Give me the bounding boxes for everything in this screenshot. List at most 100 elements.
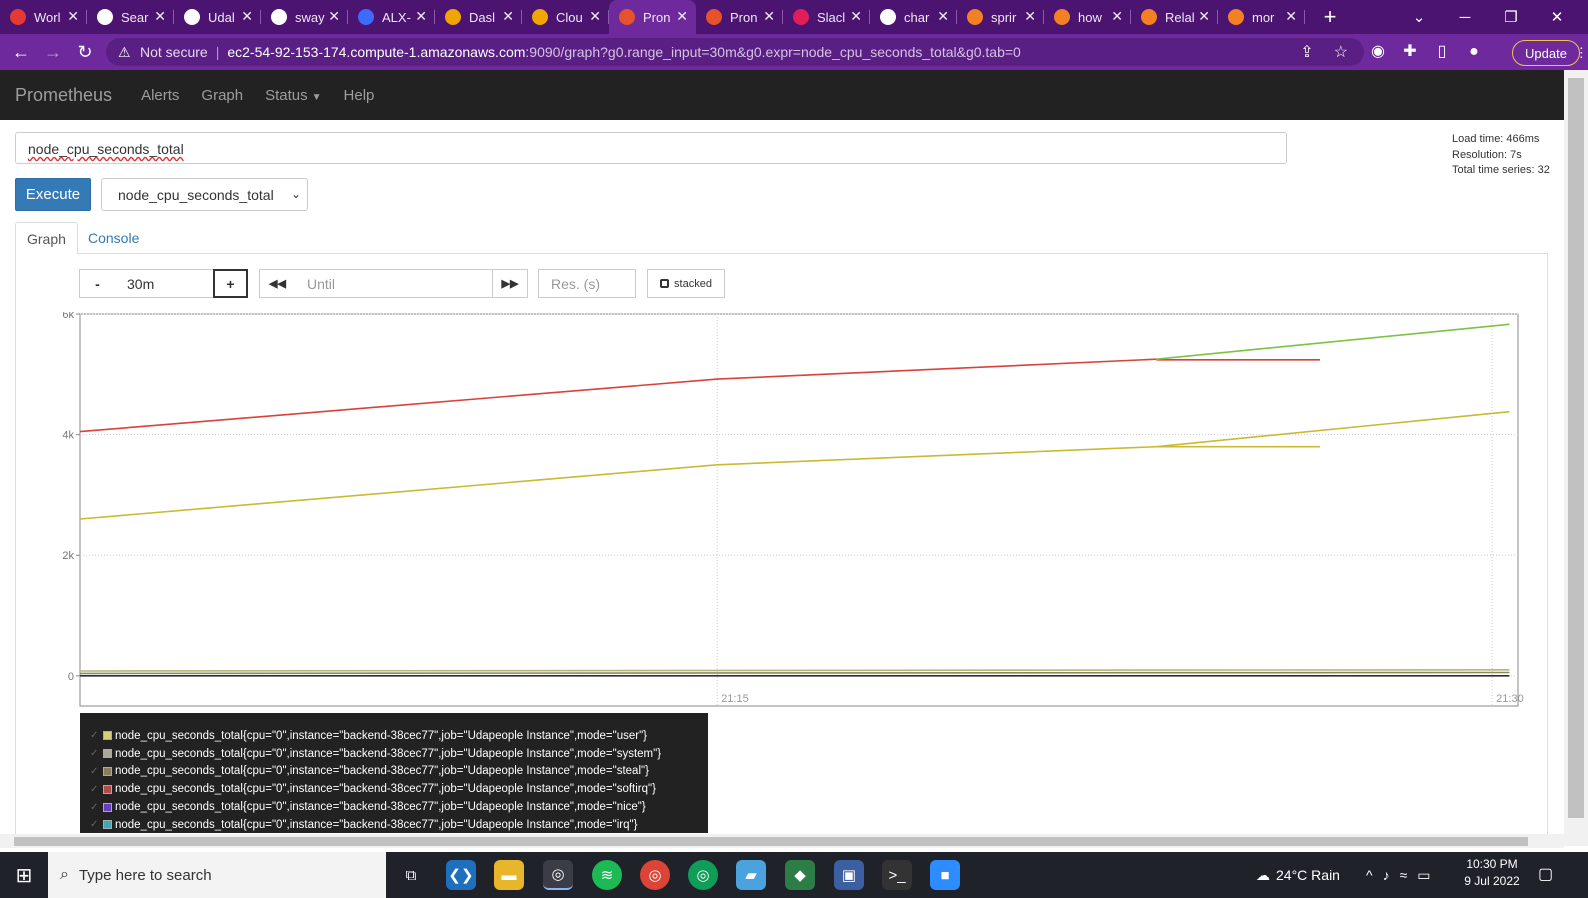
weather-widget[interactable]: ☁ 24°C Rain [1256,852,1340,898]
browser-tab[interactable]: Clou ✕ [522,0,609,34]
chrome-icon[interactable]: ◎ [640,860,670,890]
legend-item[interactable]: ✓ node_cpu_seconds_total{cpu="0",instance… [80,780,708,798]
expression-input[interactable]: node_cpu_seconds_total [15,132,1287,164]
remote-desktop-icon[interactable]: ▣ [834,860,864,890]
tab-graph[interactable]: Graph [15,222,78,255]
tab-close-icon[interactable]: ✕ [502,8,514,25]
resolution-input[interactable]: Res. (s) [538,269,636,298]
vertical-scrollbar[interactable] [1564,70,1588,846]
notification-icon[interactable]: ▢ [1538,864,1553,884]
horizontal-scrollbar[interactable] [0,834,1564,848]
brand-link[interactable]: Prometheus [15,85,112,106]
tab-close-icon[interactable]: ✕ [154,8,166,25]
execute-button[interactable]: Execute [15,178,91,211]
update-button[interactable]: Update ⋮ [1512,40,1588,66]
windows-start-icon[interactable]: ⊞ [0,852,48,898]
browser-tab[interactable]: sprir ✕ [957,0,1044,34]
spotify-icon[interactable]: ≋ [592,860,622,890]
tab-close-icon[interactable]: ✕ [589,8,601,25]
chrome-active-icon[interactable]: ◎ [543,860,573,890]
fast-forward-icon[interactable]: ▶▶ [492,269,528,298]
tab-close-icon[interactable]: ✕ [937,8,949,25]
tab-close-icon[interactable]: ✕ [67,8,79,25]
puzzle-icon[interactable]: ✚ [1398,40,1422,64]
browser-tab[interactable]: mor ✕ [1218,0,1305,34]
bookmark-star-icon[interactable]: ☆ [1334,42,1348,62]
tab-close-icon[interactable]: ✕ [850,8,862,25]
volume-icon[interactable]: ♪ [1383,867,1390,883]
vscode-icon[interactable]: ❮❯ [446,860,476,890]
tab-close-icon[interactable]: ✕ [415,8,427,25]
range-decrease-button[interactable]: - [79,269,116,298]
tab-close-icon[interactable]: ✕ [328,8,340,25]
tab-favicon-icon [1228,9,1244,25]
tab-close-icon[interactable]: ✕ [1111,8,1123,25]
nav-alerts[interactable]: Alerts [141,87,179,104]
taskbar-search[interactable]: ⌕ Type here to search [48,852,386,898]
share-icon[interactable]: ⇪ [1300,42,1313,62]
close-window-icon[interactable]: ✕ [1534,0,1580,34]
until-input[interactable]: Until [295,269,493,298]
notes-app-icon[interactable]: ▰ [736,860,766,890]
range-input[interactable]: 30m [115,269,214,298]
clock[interactable]: 10:30 PM 9 Jul 2022 [1460,856,1524,890]
browser-tab[interactable]: ALX- ✕ [348,0,435,34]
sidepanel-icon[interactable]: ▯ [1430,40,1454,64]
browser-tab[interactable]: Udal ✕ [174,0,261,34]
minimize-icon[interactable]: ─ [1442,0,1488,34]
tray-chevron-icon[interactable]: ^ [1366,867,1373,883]
tab-close-icon[interactable]: ✕ [676,8,688,25]
browser-tab[interactable]: Pron ✕ [609,0,696,34]
tab-title: Sear [121,9,149,25]
browser-tab[interactable]: Dasl ✕ [435,0,522,34]
tab-close-icon[interactable]: ✕ [1024,8,1036,25]
browser-tab[interactable]: Relal ✕ [1131,0,1218,34]
new-tab-button[interactable]: + [1315,4,1345,30]
legend-item[interactable]: ✓ node_cpu_seconds_total{cpu="0",instance… [80,745,708,763]
nav-graph[interactable]: Graph [201,87,243,104]
maximize-icon[interactable]: ❐ [1488,0,1534,34]
legend-label: node_cpu_seconds_total{cpu="0",instance=… [115,729,648,742]
git-app-icon[interactable]: ◆ [785,860,815,890]
tab-close-icon[interactable]: ✕ [1198,8,1210,25]
rewind-icon[interactable]: ◀◀ [259,269,296,298]
nav-help[interactable]: Help [344,87,375,104]
range-increase-button[interactable]: + [213,269,248,298]
tab-close-icon[interactable]: ✕ [241,8,253,25]
browser-tab[interactable]: Slacl ✕ [783,0,870,34]
tab-search-icon[interactable]: ⌄ [1396,0,1442,34]
forward-icon[interactable]: → [38,37,68,67]
browser-tab[interactable]: sway ✕ [261,0,348,34]
url-field[interactable]: ⚠ Not secure | ec2-54-92-153-174.compute… [106,38,1364,66]
browser-tab[interactable]: Pron ✕ [696,0,783,34]
legend-item[interactable]: ✓ node_cpu_seconds_total{cpu="0",instance… [80,816,708,834]
chrome-profile-icon[interactable]: ◎ [688,860,718,890]
cpu-seconds-chart[interactable]: 0 2k 4k 6k 21:15 21:30 [54,312,1544,712]
metric-select[interactable]: node_cpu_seconds_total ⌄ [101,178,308,211]
legend-item[interactable]: ✓ node_cpu_seconds_total{cpu="0",instance… [80,763,708,781]
browser-tab[interactable]: how ✕ [1044,0,1131,34]
extension-icon[interactable]: ◉ [1366,40,1390,64]
reload-icon[interactable]: ↻ [70,37,100,67]
zoom-icon[interactable]: ■ [930,860,960,890]
y-tick-label: 4k [62,430,74,442]
tab-close-icon[interactable]: ✕ [1285,8,1297,25]
back-icon[interactable]: ← [6,37,36,67]
nav-status[interactable]: Status ▼ [265,87,321,104]
tab-console[interactable]: Console [77,222,150,255]
wifi-icon[interactable]: ≈ [1400,867,1408,883]
browser-tab[interactable]: Sear ✕ [87,0,174,34]
legend-item[interactable]: ✓ node_cpu_seconds_total{cpu="0",instance… [80,727,708,745]
tab-close-icon[interactable]: ✕ [763,8,775,25]
hscroll-thumb[interactable] [14,837,1528,846]
task-view-icon[interactable]: ⧉ [396,860,426,890]
scrollbar-thumb[interactable] [1568,78,1584,818]
browser-tab[interactable]: char ✕ [870,0,957,34]
terminal-icon[interactable]: >_ [882,860,912,890]
legend-item[interactable]: ✓ node_cpu_seconds_total{cpu="0",instance… [80,798,708,816]
profile-icon[interactable]: ● [1462,40,1486,64]
stacked-toggle[interactable]: stacked [647,269,725,298]
battery-icon[interactable]: ▭ [1417,867,1430,884]
file-explorer-icon[interactable]: ▬ [494,860,524,890]
browser-tab[interactable]: Worl ✕ [0,0,87,34]
